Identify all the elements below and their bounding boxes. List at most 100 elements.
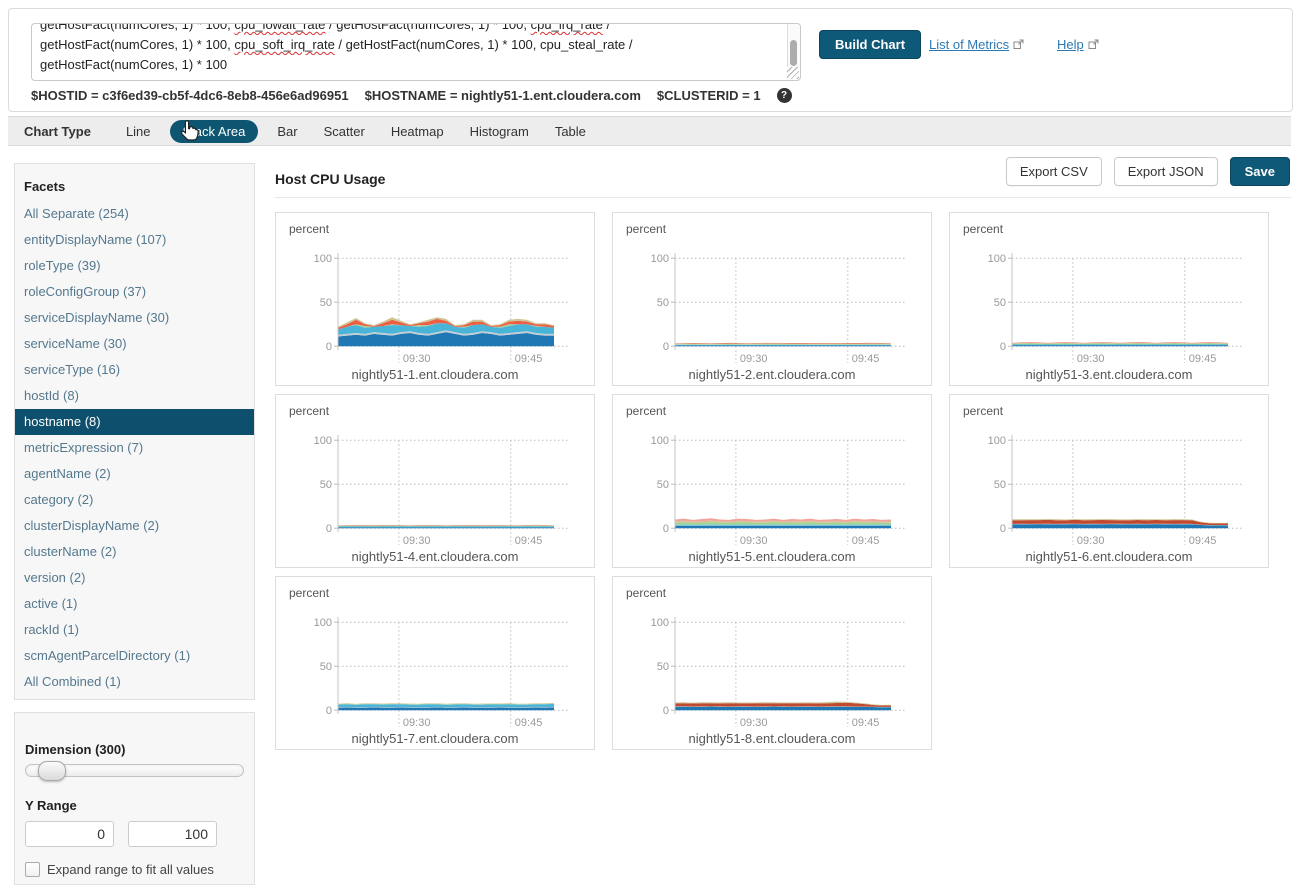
y-max-input[interactable] — [128, 821, 217, 847]
chart-plot[interactable]: 10050009:3009:45 — [276, 577, 594, 729]
svg-text:09:45: 09:45 — [852, 717, 880, 729]
resize-grip-icon[interactable] — [787, 67, 799, 79]
chart-card: percent10050009:3009:45nightly51-3.ent.c… — [949, 212, 1269, 386]
chart-plot[interactable]: 10050009:3009:45 — [613, 577, 931, 729]
facet-item-agentname[interactable]: agentName (2) — [15, 461, 254, 487]
query-token: / — [603, 23, 610, 32]
svg-text:09:45: 09:45 — [515, 353, 543, 365]
build-chart-button[interactable]: Build Chart — [819, 30, 921, 59]
svg-text:09:30: 09:30 — [403, 535, 431, 547]
slider-thumb[interactable] — [38, 761, 66, 781]
svg-text:100: 100 — [314, 435, 332, 447]
svg-text:50: 50 — [320, 661, 332, 673]
facet-list: All Separate (254)entityDisplayName (107… — [15, 201, 254, 695]
facet-item-hostname[interactable]: hostname (8) — [15, 409, 254, 435]
svg-text:0: 0 — [1000, 523, 1006, 535]
chart-plot[interactable]: 10050009:3009:45 — [276, 213, 594, 365]
chart-hostname: nightly51-3.ent.cloudera.com — [950, 367, 1268, 382]
chart-hostname: nightly51-8.ent.cloudera.com — [613, 731, 931, 746]
query-scrollbar[interactable] — [787, 24, 800, 67]
divider — [275, 197, 1291, 198]
dimension-slider[interactable] — [25, 764, 244, 777]
query-line-clipped: getHostFact(numCores, 1) * 100, cpu_iowa… — [40, 23, 784, 35]
external-link-icon — [1088, 39, 1099, 50]
facet-item-clustername[interactable]: clusterName (2) — [15, 539, 254, 565]
facet-item-servicetype[interactable]: serviceType (16) — [15, 357, 254, 383]
query-textarea[interactable]: getHostFact(numCores, 1) * 100, cpu_iowa… — [31, 23, 801, 81]
list-of-metrics-label: List of Metrics — [929, 37, 1009, 52]
facet-item-clusterdisplayname[interactable]: clusterDisplayName (2) — [15, 513, 254, 539]
y-min-input[interactable] — [25, 821, 114, 847]
facet-item-roletype[interactable]: roleType (39) — [15, 253, 254, 279]
chart-plot[interactable]: 10050009:3009:45 — [613, 213, 931, 365]
svg-text:100: 100 — [988, 253, 1006, 265]
facet-item-all-combined[interactable]: All Combined (1) — [15, 669, 254, 695]
svg-text:100: 100 — [314, 617, 332, 629]
expand-range-row: Expand range to fit all values — [25, 862, 244, 877]
facet-item-category[interactable]: category (2) — [15, 487, 254, 513]
svg-text:100: 100 — [651, 435, 669, 447]
svg-text:09:45: 09:45 — [1189, 353, 1217, 365]
svg-text:0: 0 — [326, 523, 332, 535]
facet-item-metricexpression[interactable]: metricExpression (7) — [15, 435, 254, 461]
help-link[interactable]: Help — [1057, 37, 1099, 52]
chart-plot[interactable]: 10050009:3009:45 — [613, 395, 931, 547]
svg-text:0: 0 — [663, 523, 669, 535]
svg-text:09:45: 09:45 — [852, 353, 880, 365]
y-range-label: Y Range — [25, 798, 244, 813]
facet-item-all-separate[interactable]: All Separate (254) — [15, 201, 254, 227]
facet-item-active[interactable]: active (1) — [15, 591, 254, 617]
svg-text:50: 50 — [657, 297, 669, 309]
facet-item-entitydisplayname[interactable]: entityDisplayName (107) — [15, 227, 254, 253]
chart-type-option-table[interactable]: Table — [555, 124, 586, 139]
svg-text:09:30: 09:30 — [1077, 353, 1105, 365]
svg-text:0: 0 — [326, 341, 332, 353]
facet-item-scmagentparceldirectory[interactable]: scmAgentParcelDirectory (1) — [15, 643, 254, 669]
svg-text:0: 0 — [663, 341, 669, 353]
list-of-metrics-link[interactable]: List of Metrics — [929, 37, 1024, 52]
chart-plot[interactable]: 10050009:3009:45 — [276, 395, 594, 547]
help-badge-icon[interactable]: ? — [777, 88, 792, 103]
scrollbar-thumb-icon[interactable] — [790, 40, 797, 66]
facet-item-hostid[interactable]: hostId (8) — [15, 383, 254, 409]
facet-item-servicedisplayname[interactable]: serviceDisplayName (30) — [15, 305, 254, 331]
chart-hostname: nightly51-2.ent.cloudera.com — [613, 367, 931, 382]
facet-item-roleconfiggroup[interactable]: roleConfigGroup (37) — [15, 279, 254, 305]
expand-range-label: Expand range to fit all values — [47, 862, 214, 877]
chart-type-option-bar[interactable]: Bar — [277, 124, 297, 139]
chart-card: percent10050009:3009:45nightly51-8.ent.c… — [612, 576, 932, 750]
page-title: Host CPU Usage — [275, 171, 385, 187]
facet-item-rackid[interactable]: rackId (1) — [15, 617, 254, 643]
query-token: getHostFact(numCores, 1) * 100, — [40, 23, 234, 32]
facet-item-servicename[interactable]: serviceName (30) — [15, 331, 254, 357]
chart-card: percent10050009:3009:45nightly51-7.ent.c… — [275, 576, 595, 750]
svg-text:50: 50 — [994, 479, 1006, 491]
svg-text:100: 100 — [314, 253, 332, 265]
chart-card: percent10050009:3009:45nightly51-2.ent.c… — [612, 212, 932, 386]
chart-card: percent10050009:3009:45nightly51-4.ent.c… — [275, 394, 595, 568]
query-line: getHostFact(numCores, 1) * 100, cpu_soft… — [40, 35, 784, 55]
misspelled-token: cpu_iowait_rate — [234, 23, 325, 32]
chart-type-option-heatmap[interactable]: Heatmap — [391, 124, 444, 139]
chart-type-option-scatter[interactable]: Scatter — [324, 124, 365, 139]
facet-item-version[interactable]: version (2) — [15, 565, 254, 591]
query-variable: $CLUSTERID = 1 — [657, 88, 761, 103]
chart-plot[interactable]: 10050009:3009:45 — [950, 395, 1268, 547]
y-range-row — [25, 821, 244, 847]
svg-text:09:30: 09:30 — [1077, 535, 1105, 547]
export-csv-button[interactable]: Export CSV — [1006, 157, 1102, 186]
svg-text:50: 50 — [657, 479, 669, 491]
save-button[interactable]: Save — [1230, 157, 1290, 186]
svg-text:0: 0 — [663, 705, 669, 717]
chart-type-option-line[interactable]: Line — [126, 124, 151, 139]
expand-range-checkbox[interactable] — [25, 862, 40, 877]
export-json-button[interactable]: Export JSON — [1114, 157, 1218, 186]
chart-plot[interactable]: 100 50 0 09:30 09:45 — [950, 213, 1268, 365]
chart-type-option-stack-area[interactable]: Stack Area — [170, 120, 259, 143]
svg-text:50: 50 — [994, 297, 1006, 309]
charts-grid: percent10050009:3009:45nightly51-1.ent.c… — [275, 212, 1269, 750]
svg-text:0: 0 — [1000, 341, 1006, 353]
query-variables: $HOSTID = c3f6ed39-cb5f-4dc6-8eb8-456e6a… — [31, 88, 792, 103]
chart-type-option-histogram[interactable]: Histogram — [470, 124, 529, 139]
query-variable: $HOSTNAME = nightly51-1.ent.cloudera.com — [365, 88, 641, 103]
